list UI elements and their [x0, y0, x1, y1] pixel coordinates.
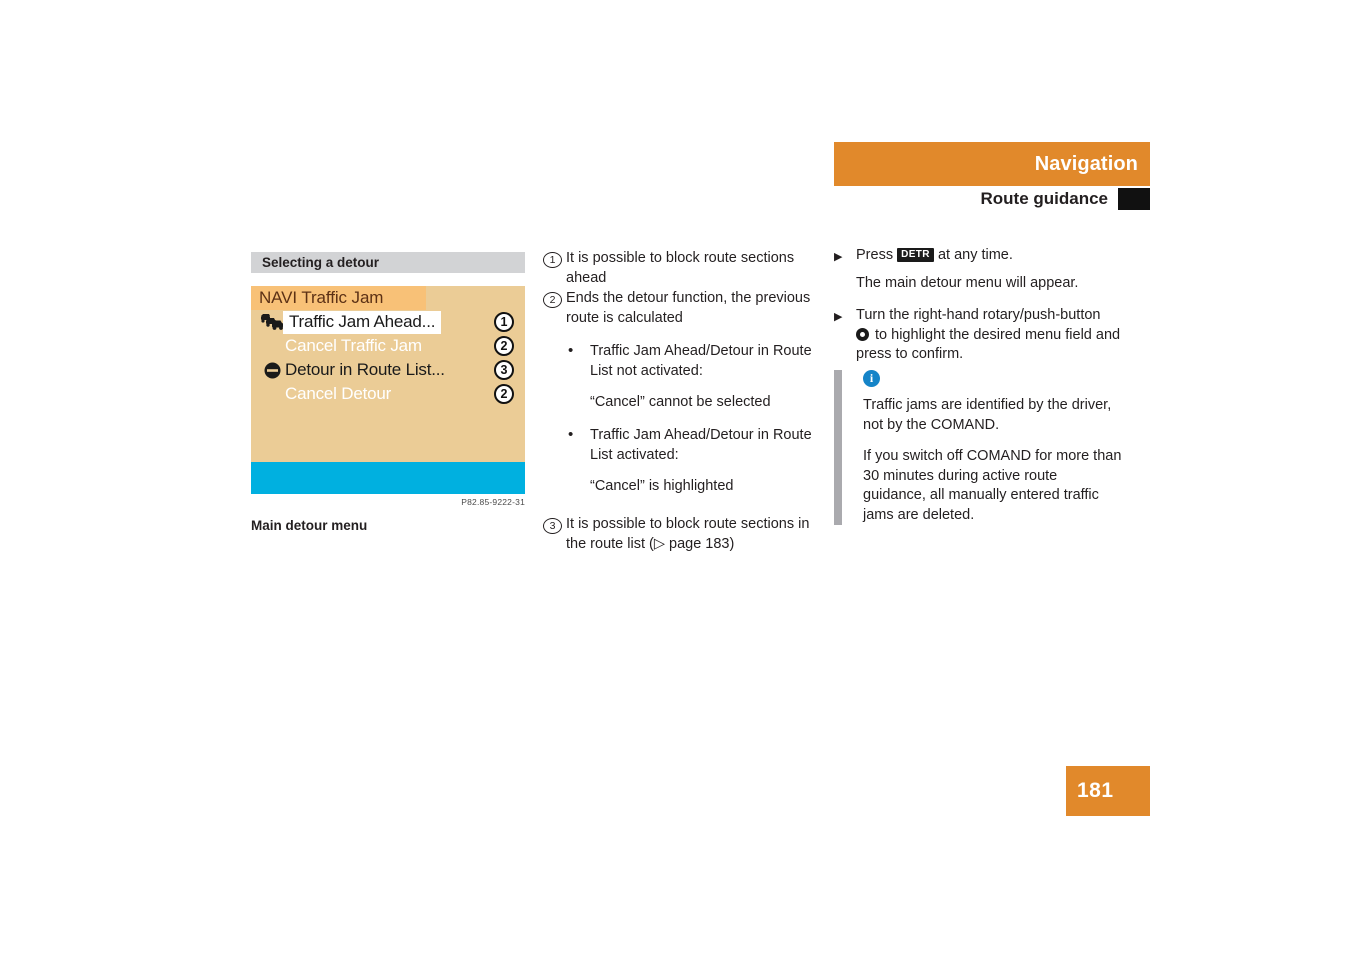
navi-menu-item-cancel-detour[interactable]: Cancel Detour [251, 382, 525, 406]
bullet-text: Traffic Jam Ahead/Detour in Route List n… [590, 342, 812, 379]
instruction-step-2: ▶ Turn the right-hand rotary/push-button… [834, 306, 1124, 365]
info-sidebar-rule [834, 370, 842, 526]
info-paragraph: Traffic jams are identified by the drive… [863, 397, 1112, 433]
bullet-note-1: “Cancel” cannot be selected [590, 394, 771, 411]
step-body: Press DETR at any time. [856, 246, 1124, 266]
info-content: i Traffic jams are identified by the dri… [842, 370, 1124, 525]
legend-text: It is possible to block route sections a… [566, 250, 795, 286]
traffic-jam-icon [259, 311, 285, 333]
chapter-title: Navigation [1034, 152, 1138, 175]
navi-status-bar [251, 462, 525, 494]
navi-menu-item-cancel-traffic-jam[interactable]: Cancel Traffic Jam [251, 334, 525, 358]
figure-id: P82.85-9222-31 [461, 497, 525, 507]
middle-column: 1 It is possible to block route sections… [543, 249, 819, 556]
step-1-note: The main detour menu will appear. [856, 274, 1079, 291]
page-number-badge: 181 [1066, 766, 1150, 816]
navi-icon-placeholder [259, 383, 285, 405]
section-title: Route guidance [980, 189, 1108, 208]
bullet-dot-icon: • [568, 426, 574, 444]
bullet-text: Traffic Jam Ahead/Detour in Route List a… [590, 427, 812, 463]
info-note-box: i Traffic jams are identified by the dri… [834, 370, 1124, 526]
legend-item-3: 3 It is possible to block route sections… [543, 515, 819, 554]
section-heading: Selecting a detour [251, 252, 525, 273]
navi-menu-item-detour-in-route-list[interactable]: Detour in Route List... [251, 358, 525, 382]
section-header-row: Route guidance [834, 186, 1150, 212]
step-text-after: at any time. [933, 247, 1013, 263]
step-text-before: Press [856, 247, 898, 263]
instruction-step-1: ▶ Press DETR at any time. [834, 246, 1124, 266]
navi-menu-label: Cancel Detour [285, 384, 392, 403]
no-entry-icon [259, 359, 285, 381]
page-header: Navigation Route guidance [834, 142, 1150, 212]
bullet-note-2: “Cancel” is highlighted [590, 478, 734, 495]
callout-number-column: 1 2 3 2 [494, 312, 514, 408]
info-paragraph: If you switch off COMAND for more than 3… [863, 448, 1122, 523]
right-column: ▶ Press DETR at any time. The main detou… [834, 246, 1124, 367]
navi-menu-label: Traffic Jam Ahead... [283, 310, 442, 334]
step-arrow-icon: ▶ [834, 251, 843, 263]
legend-item-2: 2 Ends the detour function, the previous… [543, 289, 819, 328]
chapter-thumb-tab [1118, 188, 1150, 210]
bullet-item-2: • Traffic Jam Ahead/Detour in Route List… [543, 426, 819, 465]
chapter-header-bar: Navigation [834, 142, 1150, 186]
page-number: 181 [1077, 779, 1114, 802]
navi-title-bar: NAVI Traffic Jam [251, 286, 426, 310]
step-body: Turn the right-hand rotary/push-button t… [856, 306, 1124, 365]
navi-screen-figure: NAVI Traffic Jam Traffic Jam Ahead... Ca… [251, 286, 525, 494]
callout-marker: 2 [494, 336, 514, 356]
callout-marker: 1 [494, 312, 514, 332]
legend-marker: 1 [543, 252, 562, 268]
callout-marker: 2 [494, 384, 514, 404]
bullet-dot-icon: • [568, 341, 574, 359]
navi-menu-item-traffic-jam-ahead[interactable]: Traffic Jam Ahead... [251, 310, 525, 334]
navi-icon-placeholder [259, 335, 285, 357]
legend-marker: 3 [543, 518, 562, 535]
navi-menu-label: Detour in Route List... [285, 360, 445, 379]
step-line-1: Turn the right-hand rotary/push-button [856, 307, 1101, 324]
detr-key-icon[interactable]: DETR [897, 248, 934, 262]
info-icon: i [863, 370, 880, 387]
legend-text: It is possible to block route sections i… [566, 516, 810, 552]
bullet-item-1: • Traffic Jam Ahead/Detour in Route List… [543, 342, 819, 381]
rotary-push-button-icon [856, 327, 869, 341]
navi-menu-label: Cancel Traffic Jam [285, 336, 422, 355]
step-line-2: to highlight the desired menu field and … [856, 326, 1121, 363]
legend-marker: 2 [543, 292, 562, 309]
figure-caption: Main detour menu [251, 518, 368, 533]
step-arrow-icon: ▶ [834, 311, 843, 324]
legend-item-1: 1 It is possible to block route sections… [543, 249, 819, 288]
legend-text: Ends the detour function, the previous r… [566, 290, 811, 327]
left-column: Selecting a detour NAVI Traffic Jam Traf… [251, 252, 525, 533]
callout-marker: 3 [494, 360, 514, 380]
navi-title: NAVI Traffic Jam [259, 288, 384, 307]
